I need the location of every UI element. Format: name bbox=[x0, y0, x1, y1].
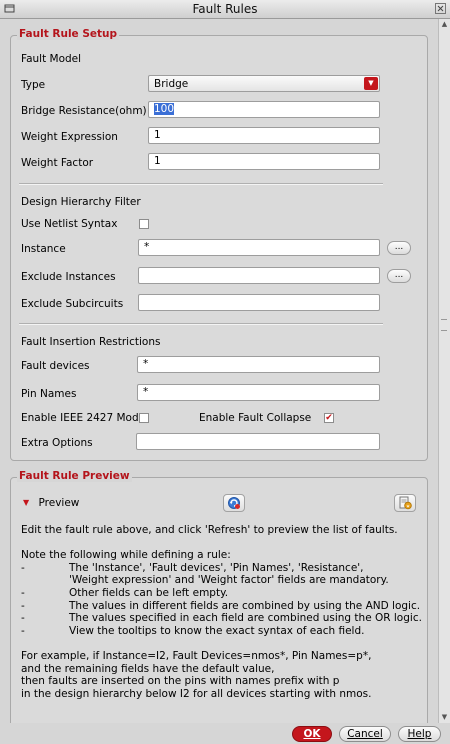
fault-rule-setup-group: Fault Rule Setup Fault Model Type Bridge… bbox=[10, 28, 428, 461]
ok-button[interactable]: OK bbox=[292, 726, 332, 742]
extra-options-input[interactable] bbox=[136, 433, 380, 450]
type-select-value: Bridge bbox=[154, 78, 189, 90]
weight-factor-label: Weight Factor bbox=[21, 157, 94, 169]
fault-devices-value: * bbox=[143, 358, 149, 370]
hierarchy-filter-heading: Design Hierarchy Filter bbox=[21, 196, 141, 208]
pin-names-label: Pin Names bbox=[21, 388, 77, 400]
button-bar: OK Cancel Help bbox=[0, 723, 450, 744]
bridge-resistance-input[interactable]: 100 bbox=[148, 101, 380, 118]
fault-devices-input[interactable]: * bbox=[137, 356, 380, 373]
window-title: Fault Rules bbox=[192, 2, 258, 16]
preview-example-line: in the design hierarchy below I2 for all… bbox=[21, 687, 372, 700]
divider bbox=[19, 183, 383, 185]
weight-expression-input[interactable]: 1 bbox=[148, 127, 380, 144]
scroll-up-icon[interactable]: ▲ bbox=[439, 19, 450, 30]
weight-factor-value: 1 bbox=[154, 155, 161, 167]
preview-example-line: For example, if Instance=I2, Fault Devic… bbox=[21, 649, 372, 662]
dialog-content: Fault Rule Setup Fault Model Type Bridge… bbox=[0, 19, 438, 729]
group-title-setup: Fault Rule Setup bbox=[17, 28, 120, 40]
weight-expression-value: 1 bbox=[154, 129, 161, 141]
export-icon bbox=[398, 496, 412, 513]
extra-options-label: Extra Options bbox=[21, 437, 93, 449]
bridge-resistance-value: 100 bbox=[154, 103, 175, 115]
bridge-resistance-label: Bridge Resistance(ohm) bbox=[21, 105, 147, 117]
preview-toggle-label: Preview bbox=[38, 497, 80, 509]
pin-names-value: * bbox=[143, 386, 149, 398]
refresh-icon bbox=[227, 496, 241, 513]
fault-devices-label: Fault devices bbox=[21, 360, 90, 372]
exclude-instances-browse-button[interactable]: ... bbox=[387, 269, 411, 283]
export-button[interactable] bbox=[394, 494, 416, 512]
vertical-scrollbar[interactable]: ▲ ▼ bbox=[438, 19, 450, 723]
weight-factor-input[interactable]: 1 bbox=[148, 153, 380, 170]
fault-model-heading: Fault Model bbox=[21, 53, 82, 65]
preview-note-item: - Other fields can be left empty. bbox=[21, 586, 229, 599]
divider bbox=[19, 323, 383, 325]
scroll-grip[interactable] bbox=[441, 319, 447, 331]
dropdown-arrow-icon[interactable]: ▼ bbox=[364, 77, 378, 90]
netlist-syntax-checkbox[interactable] bbox=[139, 219, 149, 229]
exclude-instances-label: Exclude Instances bbox=[21, 271, 116, 283]
ieee-2427-label: Enable IEEE 2427 Mode bbox=[21, 412, 146, 424]
exclude-subcircuits-input[interactable] bbox=[138, 294, 380, 311]
instance-label: Instance bbox=[21, 243, 66, 255]
fault-collapse-checkbox[interactable]: ✔ bbox=[324, 413, 334, 423]
preview-example-line: then faults are inserted on the pins wit… bbox=[21, 675, 340, 688]
group-title-preview: Fault Rule Preview bbox=[17, 470, 132, 482]
preview-example-line: and the remaining fields have the defaul… bbox=[21, 662, 275, 675]
scroll-down-icon[interactable]: ▼ bbox=[439, 712, 450, 723]
preview-intro: Edit the fault rule above, and click 'Re… bbox=[21, 524, 398, 536]
preview-note-item: - The values in different fields are comb… bbox=[21, 599, 421, 612]
fault-collapse-label: Enable Fault Collapse bbox=[199, 412, 312, 424]
exclude-subcircuits-label: Exclude Subcircuits bbox=[21, 298, 124, 310]
preview-note-heading: Note the following while defining a rule… bbox=[21, 549, 231, 562]
preview-note-item: 'Weight expression' and 'Weight factor' … bbox=[69, 574, 389, 587]
instance-value: * bbox=[144, 241, 150, 253]
cancel-button[interactable]: Cancel bbox=[339, 726, 391, 742]
preview-text-area: Edit the fault rule above, and click 'Re… bbox=[21, 524, 422, 700]
preview-toggle[interactable]: ▼ Preview bbox=[23, 497, 79, 509]
exclude-instances-input[interactable] bbox=[138, 267, 380, 284]
preview-note-item: - The values specified in each field are … bbox=[21, 612, 422, 625]
ieee-2427-checkbox[interactable] bbox=[139, 413, 149, 423]
instance-browse-button[interactable]: ... bbox=[387, 241, 411, 255]
type-select[interactable]: Bridge ▼ bbox=[148, 75, 380, 92]
pin-names-input[interactable]: * bbox=[137, 384, 380, 401]
type-label: Type bbox=[21, 79, 46, 91]
weight-expression-label: Weight Expression bbox=[21, 131, 118, 143]
title-bar: Fault Rules bbox=[0, 0, 450, 19]
close-icon[interactable] bbox=[435, 3, 446, 14]
instance-input[interactable]: * bbox=[138, 239, 380, 256]
preview-expand-icon[interactable]: ▼ bbox=[23, 498, 29, 507]
fault-rule-preview-group: Fault Rule Preview ▼ Preview Edit the fa… bbox=[10, 470, 428, 729]
netlist-syntax-label: Use Netlist Syntax bbox=[21, 218, 118, 230]
restrictions-heading: Fault Insertion Restrictions bbox=[21, 336, 161, 348]
preview-note-item: - The 'Instance', 'Fault devices', 'Pin N… bbox=[21, 561, 364, 574]
refresh-button[interactable] bbox=[223, 494, 245, 512]
preview-note-item: - View the tooltips to know the exact syn… bbox=[21, 624, 365, 637]
help-button[interactable]: Help bbox=[398, 726, 441, 742]
